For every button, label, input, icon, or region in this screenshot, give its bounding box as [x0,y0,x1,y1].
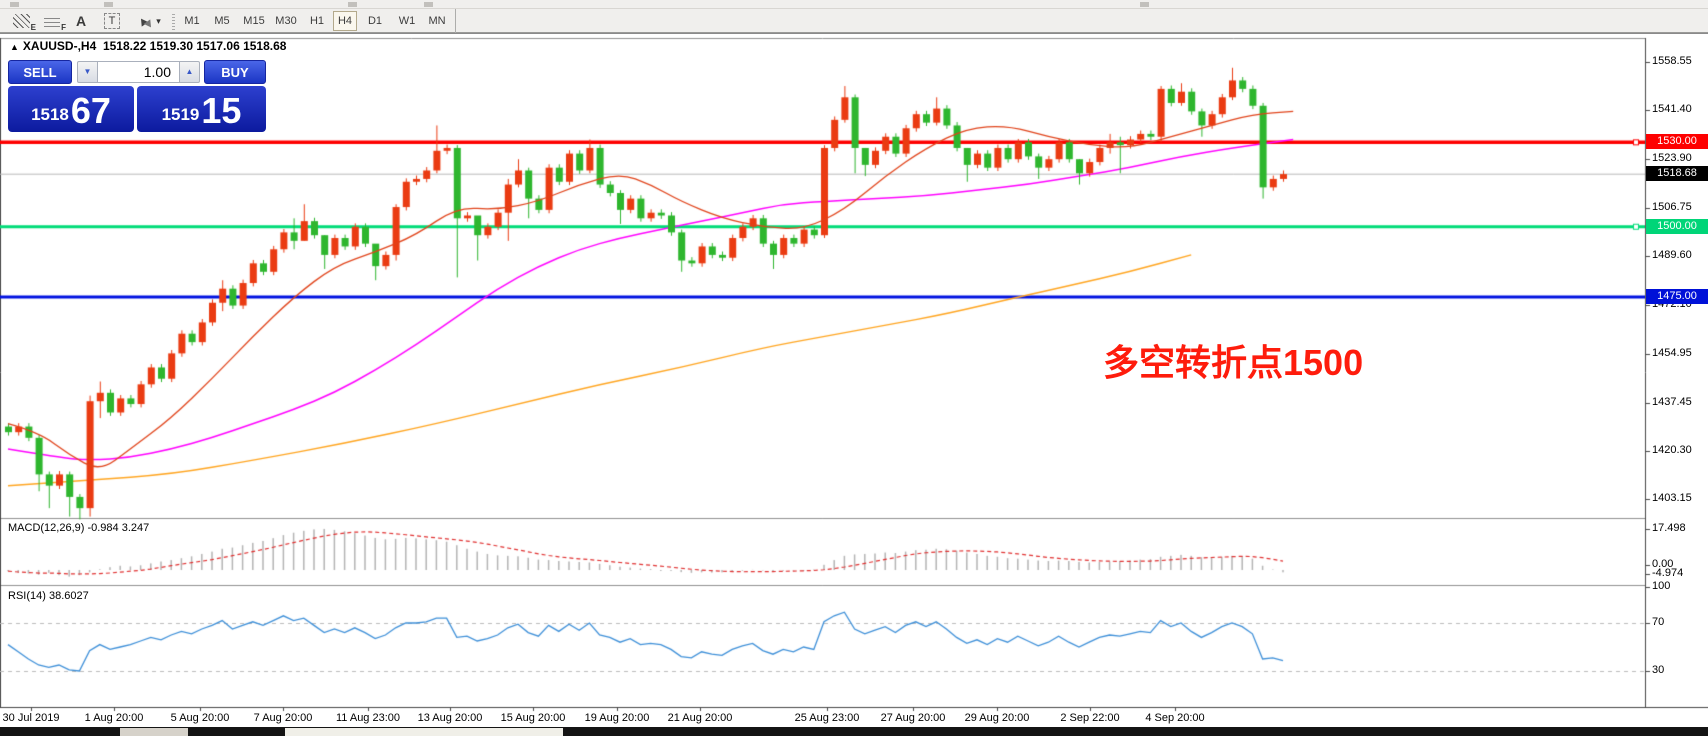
top-strip-mark [104,2,113,7]
date-axis-label: 15 Aug 20:00 [501,712,566,724]
macd-label: MACD(12,26,9) -0.984 3.247 [8,522,149,534]
top-cutoff-strip [0,0,1708,9]
date-axis-label: 25 Aug 23:00 [795,712,860,724]
one-click-trade-panel: SELL ▼ 1.00 ▲ BUY 1518 67 1519 15 [8,60,266,132]
buy-price-panel[interactable]: 1519 15 [137,86,266,132]
buy-price-big: 15 [201,93,241,129]
arrows-tool-icon[interactable]: ▾ [134,11,166,31]
price-axis-label: 1420.30 [1652,444,1692,456]
panel-collapse-arrow[interactable]: ▲ [10,42,19,52]
equidistant-channel-icon[interactable]: E [8,11,34,31]
date-axis-label: 21 Aug 20:00 [668,712,733,724]
sell-price-small: 1518 [31,105,69,125]
price-axis-label: 1558.55 [1652,55,1692,67]
toolbar-divider [455,9,456,33]
fibo-letter: F [61,23,66,32]
chevron-down-icon: ▾ [156,16,161,27]
date-axis-label: 5 Aug 20:00 [171,712,230,724]
date-axis-label: 13 Aug 20:00 [418,712,483,724]
price-tag-1475.00: 1475.00 [1646,289,1708,304]
macd-axis-label: 17.498 [1652,522,1686,534]
chart-annotation-text: 多空转折点1500 [1103,334,1363,386]
top-strip-mark [424,2,433,7]
top-strip-mark [1140,2,1149,7]
top-strip-mark [348,2,357,7]
timeframe-button-m5[interactable]: M5 [210,11,234,31]
price-axis-label: 1489.60 [1652,249,1692,261]
chart-title: ▲ XAUUSD-,H4 1518.22 1519.30 1517.06 1518… [10,39,286,53]
price-axis-label: 1506.75 [1652,201,1692,213]
buy-button[interactable]: BUY [204,60,266,84]
buy-price-small: 1519 [162,105,200,125]
text-t-glyph: T [104,13,121,29]
ohlc-values: 1518.22 1519.30 1517.06 1518.68 [103,39,287,53]
fibonacci-icon[interactable]: F [40,11,64,31]
text-tool-icon[interactable]: A [72,11,90,31]
toolbar-grip [172,12,175,30]
rsi-axis-label: 30 [1652,664,1664,676]
timeframe-button-m1[interactable]: M1 [180,11,204,31]
chart-window: ▲ XAUUSD-,H4 1518.22 1519.30 1517.06 1518… [0,33,1708,735]
volume-input[interactable]: 1.00 [98,61,179,83]
sell-price-big: 67 [71,93,111,129]
timeframe-button-m30[interactable]: M30 [272,11,300,31]
price-axis-label: 1403.15 [1652,492,1692,504]
price-tag-1518.68: 1518.68 [1646,166,1708,181]
symbol-period-label: XAUUSD-,H4 [23,39,96,53]
price-tag-1500.00: 1500.00 [1646,219,1708,234]
rsi-axis-label: 100 [1652,580,1670,592]
timeframe-button-h1[interactable]: H1 [305,11,329,31]
price-axis-label: 1523.90 [1652,152,1692,164]
price-axis-label: 1541.40 [1652,103,1692,115]
timeframe-button-h4[interactable]: H4 [333,11,357,31]
price-tag-1530.00: 1530.00 [1646,134,1708,149]
date-axis-label: 7 Aug 20:00 [254,712,313,724]
timeframe-button-w1[interactable]: W1 [395,11,419,31]
date-axis-label: 27 Aug 20:00 [881,712,946,724]
date-axis-label: 30 Jul 2019 [3,712,60,724]
price-axis-label: 1454.95 [1652,347,1692,359]
date-axis-label: 4 Sep 20:00 [1145,712,1204,724]
hatch-glyph [13,14,30,28]
date-axis-label: 29 Aug 20:00 [965,712,1030,724]
volume-decrease-button[interactable]: ▼ [77,61,98,83]
date-axis-label: 19 Aug 20:00 [585,712,650,724]
rsi-label: RSI(14) 38.6027 [8,590,89,602]
chart-canvas[interactable] [0,34,1708,736]
date-axis-label: 11 Aug 23:00 [336,712,400,724]
fibo-glyph [44,15,60,27]
channel-letter: E [31,23,36,32]
price-axis-label: 1437.45 [1652,396,1692,408]
date-axis-label: 2 Sep 22:00 [1060,712,1119,724]
toolbar: E F A T ▾ M1 M5 M15M30H1H4 D1 W1 MN [0,9,1708,33]
timeframe-button-mn[interactable]: MN [425,11,449,31]
volume-increase-button[interactable]: ▲ [179,61,200,83]
rsi-axis-label: 70 [1652,616,1664,628]
sell-price-panel[interactable]: 1518 67 [8,86,134,132]
macd-axis-label: -4.974 [1652,567,1683,579]
sell-button[interactable]: SELL [8,60,72,84]
top-strip-mark [10,2,19,7]
timeframe-button-m15[interactable]: M15 [240,11,268,31]
date-axis-label: 1 Aug 20:00 [85,712,144,724]
text-label-icon[interactable]: T [100,11,124,31]
timeframe-button-d1[interactable]: D1 [363,11,387,31]
text-a-glyph: A [76,13,86,29]
